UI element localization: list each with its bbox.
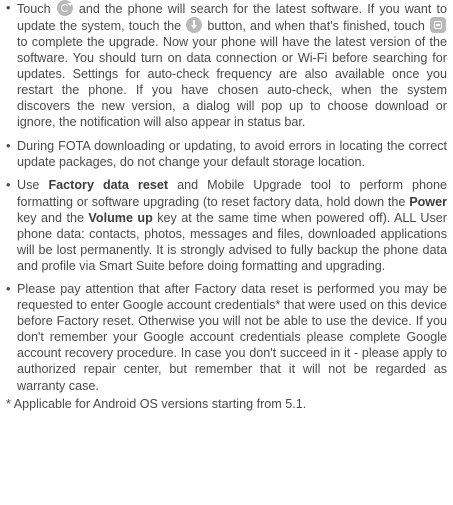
bullet-item-factory-reset: • Use Factory data reset and Mobile Upgr… bbox=[6, 177, 447, 273]
bullet-item-google-credentials: • Please pay attention that after Factor… bbox=[6, 281, 447, 393]
volume-up-key-term: Volume up bbox=[88, 210, 153, 225]
text-fragment: to complete the upgrade. Now your phone … bbox=[17, 35, 447, 130]
bullet-item-fota-storage: • During FOTA downloading or updating, t… bbox=[6, 138, 447, 170]
text-fragment: button, and when that's finished, touch bbox=[203, 19, 429, 34]
factory-data-reset-term: Factory data reset bbox=[48, 178, 169, 193]
install-icon bbox=[430, 17, 446, 34]
text-fragment: Touch bbox=[17, 2, 56, 16]
footnote: * Applicable for Android OS versions sta… bbox=[6, 396, 307, 411]
manual-page: • Touch and the phone will search for th… bbox=[0, 0, 453, 505]
text-fragment: Please pay attention that after Factory … bbox=[17, 282, 447, 393]
power-key-term: Power bbox=[409, 194, 447, 209]
text-fragment: key and the bbox=[17, 210, 89, 225]
text-fragment: During FOTA downloading or updating, to … bbox=[17, 138, 447, 169]
download-icon bbox=[186, 17, 203, 34]
bullet-mark: • bbox=[6, 282, 11, 297]
refresh-icon bbox=[56, 0, 73, 16]
text-fragment: Use bbox=[17, 178, 49, 193]
bullet-mark: • bbox=[6, 178, 11, 193]
bullet-item-software-update: • Touch and the phone will search for th… bbox=[6, 0, 447, 130]
bullet-mark: • bbox=[6, 1, 11, 15]
bullet-mark: • bbox=[6, 138, 11, 153]
